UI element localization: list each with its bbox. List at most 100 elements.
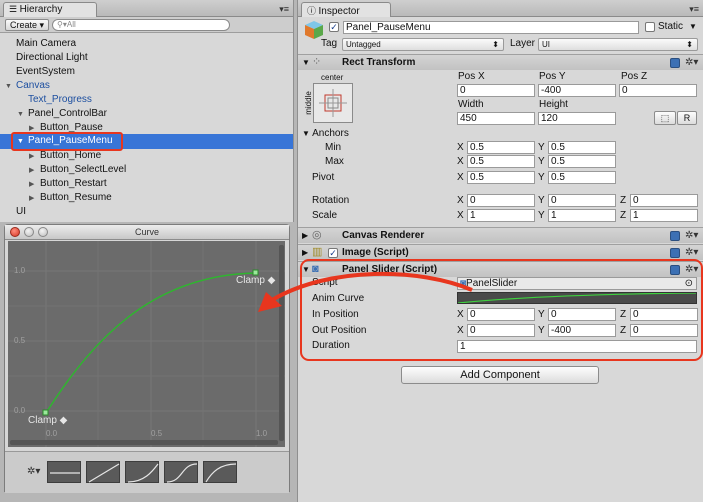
anchor-max-y-field[interactable]: 0.5 <box>548 155 616 168</box>
hierarchy-item-button-selectlevel[interactable]: ▶ Button_SelectLevel <box>29 163 126 177</box>
gear-icon[interactable]: ✲▾ <box>685 58 698 68</box>
anchor-presets-button[interactable] <box>313 83 353 123</box>
raw-edit-button[interactable]: R <box>677 111 697 125</box>
foldout-collapsed-icon[interactable]: ▶ <box>302 229 308 243</box>
minimize-window-icon[interactable] <box>24 227 34 237</box>
hierarchy-panel: ☰ Hierarchy ▾≡ Create ▾ ⚲▾All Main Camer… <box>0 0 294 222</box>
inspector-panel: ⓘ Inspector ▾≡ ✓ Panel_PauseMenu Static … <box>297 0 703 502</box>
collapse-triangle-icon[interactable]: ▶ <box>29 150 40 164</box>
gear-icon[interactable]: ✲▾ <box>685 231 698 241</box>
close-window-icon[interactable] <box>10 227 20 237</box>
active-checkbox[interactable]: ✓ <box>329 22 339 32</box>
layer-dropdown[interactable]: UI ⬍ <box>538 38 698 51</box>
static-checkbox[interactable] <box>645 22 655 32</box>
anchor-min-y-field[interactable]: 0.5 <box>548 141 616 154</box>
scale-y-field[interactable]: 1 <box>548 209 616 222</box>
pivot-x-field[interactable]: 0.5 <box>467 171 535 184</box>
inspector-tabbar: ⓘ Inspector ▾≡ <box>298 0 703 17</box>
preset-constant[interactable] <box>47 461 81 483</box>
dotted-rect-icon: ⬚ <box>660 113 670 123</box>
x-tick-0-5: 0.5 <box>151 429 163 438</box>
hierarchy-item-canvas[interactable]: ▼ Canvas <box>5 79 50 93</box>
help-book-icon[interactable] <box>670 58 680 68</box>
pos-z-field[interactable]: 0 <box>619 84 697 97</box>
anchor-min-label: Min <box>325 142 342 153</box>
anchor-max-x-letter: X <box>457 156 464 167</box>
preset-ease-in[interactable] <box>125 461 159 483</box>
anchor-max-x-field[interactable]: 0.5 <box>467 155 535 168</box>
anchor-min-x-field[interactable]: 0.5 <box>467 141 535 154</box>
image-script-header[interactable]: ▶ ▥ ✓ Image (Script) ✲▾ <box>298 244 703 260</box>
hierarchy-item-eventsystem[interactable]: EventSystem <box>16 65 75 79</box>
preset-linear-icon <box>88 463 120 483</box>
rotation-y-field[interactable]: 0 <box>548 194 616 207</box>
expand-triangle-icon[interactable]: ▼ <box>5 80 16 94</box>
gear-icon[interactable]: ✲▾ <box>685 248 698 258</box>
hierarchy-item-directional-light[interactable]: Directional Light <box>16 51 88 65</box>
curve-presets-bar: ✲▾ <box>5 451 289 493</box>
graph-horizontal-scrollbar[interactable] <box>10 440 278 445</box>
pos-x-field[interactable]: 0 <box>457 84 535 97</box>
help-book-icon[interactable] <box>670 231 680 241</box>
hierarchy-item-panel-controlbar[interactable]: ▼ Panel_ControlBar <box>17 107 107 121</box>
anchors-foldout[interactable]: ▼ Anchors <box>302 127 349 141</box>
hierarchy-item-button-home[interactable]: ▶ Button_Home <box>29 149 101 163</box>
pos-y-field[interactable]: -400 <box>538 84 616 97</box>
foldout-collapsed-icon[interactable]: ▶ <box>302 246 308 260</box>
preset-ease-in-icon <box>127 463 159 483</box>
collapse-triangle-icon[interactable]: ▶ <box>29 192 40 206</box>
info-icon: ⓘ <box>307 6 319 16</box>
y-tick-1: 1.0 <box>14 266 26 275</box>
arrow-shaft <box>270 271 473 302</box>
preset-linear[interactable] <box>86 461 120 483</box>
hierarchy-item-ui[interactable]: UI <box>16 205 26 219</box>
static-label: Static <box>658 21 684 32</box>
x-tick-1: 1.0 <box>256 429 268 438</box>
preset-ease-out[interactable] <box>203 461 237 483</box>
gear-icon[interactable]: ✲▾ <box>27 467 40 477</box>
collapse-triangle-icon[interactable]: ▶ <box>29 178 40 192</box>
rotation-z-field[interactable]: 0 <box>630 194 698 207</box>
hierarchy-search-input[interactable]: ⚲▾All <box>52 19 230 31</box>
object-name-input[interactable]: Panel_PauseMenu <box>343 21 639 34</box>
curve-window-titlebar[interactable]: Curve <box>5 225 289 240</box>
tag-dropdown[interactable]: Untagged ⬍ <box>342 38 504 51</box>
zoom-window-icon[interactable] <box>38 227 48 237</box>
rotation-x-field[interactable]: 0 <box>467 194 535 207</box>
rect-transform-header[interactable]: ▼ ⁘ Rect Transform ✲▾ <box>298 54 703 70</box>
create-button[interactable]: Create ▾ <box>5 19 50 31</box>
hierarchy-item-main-camera[interactable]: Main Camera <box>16 37 76 51</box>
pivot-y-field[interactable]: 0.5 <box>548 171 616 184</box>
panel-menu-icon[interactable]: ▾≡ <box>279 4 289 15</box>
image-enabled-checkbox[interactable]: ✓ <box>328 248 338 258</box>
anchor-min-y-letter: Y <box>538 142 545 153</box>
scale-x-field[interactable]: 1 <box>467 209 535 222</box>
help-book-icon[interactable] <box>670 248 680 258</box>
search-icon: ⚲▾ <box>57 20 67 29</box>
expand-triangle-icon[interactable]: ▼ <box>17 108 28 122</box>
scale-z-field[interactable]: 1 <box>630 209 698 222</box>
scale-x-letter: X <box>457 210 464 221</box>
pos-x-label: Pos X <box>458 71 485 82</box>
curve-graph-area[interactable]: 1.0 0.5 0.0 0.0 0.5 1.0 Clamp ◆ Clamp ◆ <box>8 241 285 447</box>
canvas-renderer-header[interactable]: ▶ ◎ Canvas Renderer ✲▾ <box>298 227 703 243</box>
blueprint-mode-button[interactable]: ⬚ <box>654 111 676 125</box>
tab-inspector[interactable]: ⓘ Inspector <box>301 2 391 17</box>
rect-transform-icon: ⁘ <box>312 56 322 68</box>
width-label: Width <box>458 99 484 110</box>
tab-hierarchy[interactable]: ☰ Hierarchy <box>3 2 97 17</box>
foldout-expanded-icon[interactable]: ▼ <box>302 56 310 70</box>
width-field[interactable]: 450 <box>457 112 535 125</box>
hierarchy-item-text-progress[interactable]: Text_Progress <box>28 93 92 107</box>
hierarchy-item-button-resume[interactable]: ▶ Button_Resume <box>29 191 112 205</box>
hierarchy-item-button-restart[interactable]: ▶ Button_Restart <box>29 177 107 191</box>
preset-ease-in-out[interactable] <box>164 461 198 483</box>
rotation-x-letter: X <box>457 195 464 206</box>
collapse-triangle-icon[interactable]: ▶ <box>29 164 40 178</box>
height-field[interactable]: 120 <box>538 112 616 125</box>
static-dropdown-arrow-icon[interactable]: ▼ <box>689 20 697 34</box>
clamp-start-dropdown[interactable]: Clamp ◆ <box>28 415 67 426</box>
add-component-button[interactable]: Add Component <box>401 366 599 384</box>
panel-menu-icon[interactable]: ▾≡ <box>689 4 699 15</box>
preset-constant-icon <box>50 472 80 474</box>
